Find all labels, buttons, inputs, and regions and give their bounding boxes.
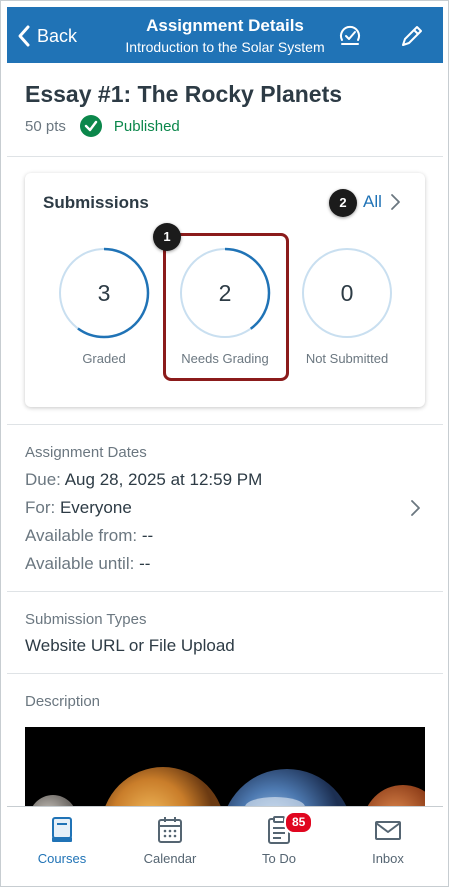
graded-count: 3	[97, 280, 111, 306]
courses-icon	[52, 817, 72, 842]
graded-label: Graded	[82, 351, 126, 366]
app-screen: Back Assignment Details Introduction to …	[0, 0, 449, 887]
header-titles: Assignment Details Introduction to the S…	[87, 16, 363, 56]
not-submitted-count: 0	[340, 280, 354, 306]
needs-grading-count: 2	[218, 280, 232, 306]
tab-todo-label: To Do	[262, 851, 296, 866]
published-status: Published	[113, 117, 180, 135]
not-submitted-stat[interactable]: 0	[301, 247, 393, 339]
navigation-header: Back Assignment Details Introduction to …	[7, 7, 443, 63]
back-button[interactable]: Back	[17, 23, 77, 49]
assignment-name: Essay #1: The Rocky Planets	[25, 81, 343, 107]
needs-grading-label: Needs Grading	[181, 351, 269, 366]
points: 50 pts	[25, 117, 66, 135]
submissions-card: Submissions All 3 Graded 2 Needs Grading	[25, 173, 425, 407]
not-submitted-label: Not Submitted	[305, 351, 389, 366]
course-subtitle: Introduction to the Solar System	[125, 39, 325, 55]
divider	[7, 156, 443, 157]
available-from-key: Available from:	[25, 526, 138, 545]
tab-courses[interactable]: Courses	[12, 815, 112, 866]
divider	[7, 424, 443, 425]
divider	[7, 673, 443, 674]
assignment-meta: 50 pts Published	[25, 115, 180, 137]
submissions-title: Submissions	[43, 193, 149, 212]
bottom-tab-bar: Courses Calendar To Do 85 Inbox	[7, 806, 443, 885]
due-key: Due:	[25, 470, 61, 489]
edit-pencil-icon[interactable]	[399, 23, 425, 49]
description-planets-image	[25, 727, 425, 807]
tab-inbox-label: Inbox	[372, 851, 404, 866]
due-value: Aug 28, 2025 at 12:59 PM	[64, 470, 263, 489]
graded-stat[interactable]: 3	[58, 247, 150, 339]
submission-types-label: Submission Types	[25, 611, 147, 628]
tab-todo[interactable]: To Do 85	[229, 811, 329, 866]
tab-inbox[interactable]: Inbox	[338, 815, 438, 866]
published-check-icon	[79, 115, 102, 137]
back-label: Back	[37, 25, 78, 46]
dates-chevron-right-icon[interactable]	[409, 499, 421, 517]
available-until-value: --	[139, 554, 151, 573]
callout-badge-2: 2	[329, 189, 357, 217]
description-label: Description	[25, 693, 101, 710]
needs-grading-stat[interactable]: 2	[179, 247, 271, 339]
available-from-value: --	[141, 526, 154, 545]
for-row[interactable]: For: Everyone	[25, 498, 132, 518]
available-from-row: Available from: --	[25, 526, 153, 546]
tab-courses-label: Courses	[37, 851, 87, 866]
chevron-right-icon[interactable]	[389, 193, 401, 211]
for-key: For:	[25, 498, 56, 517]
page-title: Assignment Details	[146, 16, 304, 35]
speedgrader-icon[interactable]	[337, 23, 363, 49]
due-date-row: Due: Aug 28, 2025 at 12:59 PM	[25, 470, 262, 490]
inbox-icon	[375, 821, 401, 840]
divider	[7, 591, 443, 592]
for-value: Everyone	[59, 498, 132, 517]
callout-badge-1: 1	[153, 223, 181, 251]
available-until-row: Available until: --	[25, 554, 150, 574]
available-until-key: Available until:	[25, 554, 135, 573]
calendar-icon	[158, 817, 182, 843]
assignment-dates-label: Assignment Dates	[25, 444, 147, 461]
submission-types-value: Website URL or File Upload	[25, 636, 235, 655]
tab-calendar-label: Calendar	[143, 851, 197, 866]
chevron-left-icon	[18, 25, 30, 47]
all-submissions-link[interactable]: All	[363, 192, 382, 212]
tab-calendar[interactable]: Calendar	[120, 815, 220, 866]
todo-count-badge: 85	[284, 811, 314, 834]
